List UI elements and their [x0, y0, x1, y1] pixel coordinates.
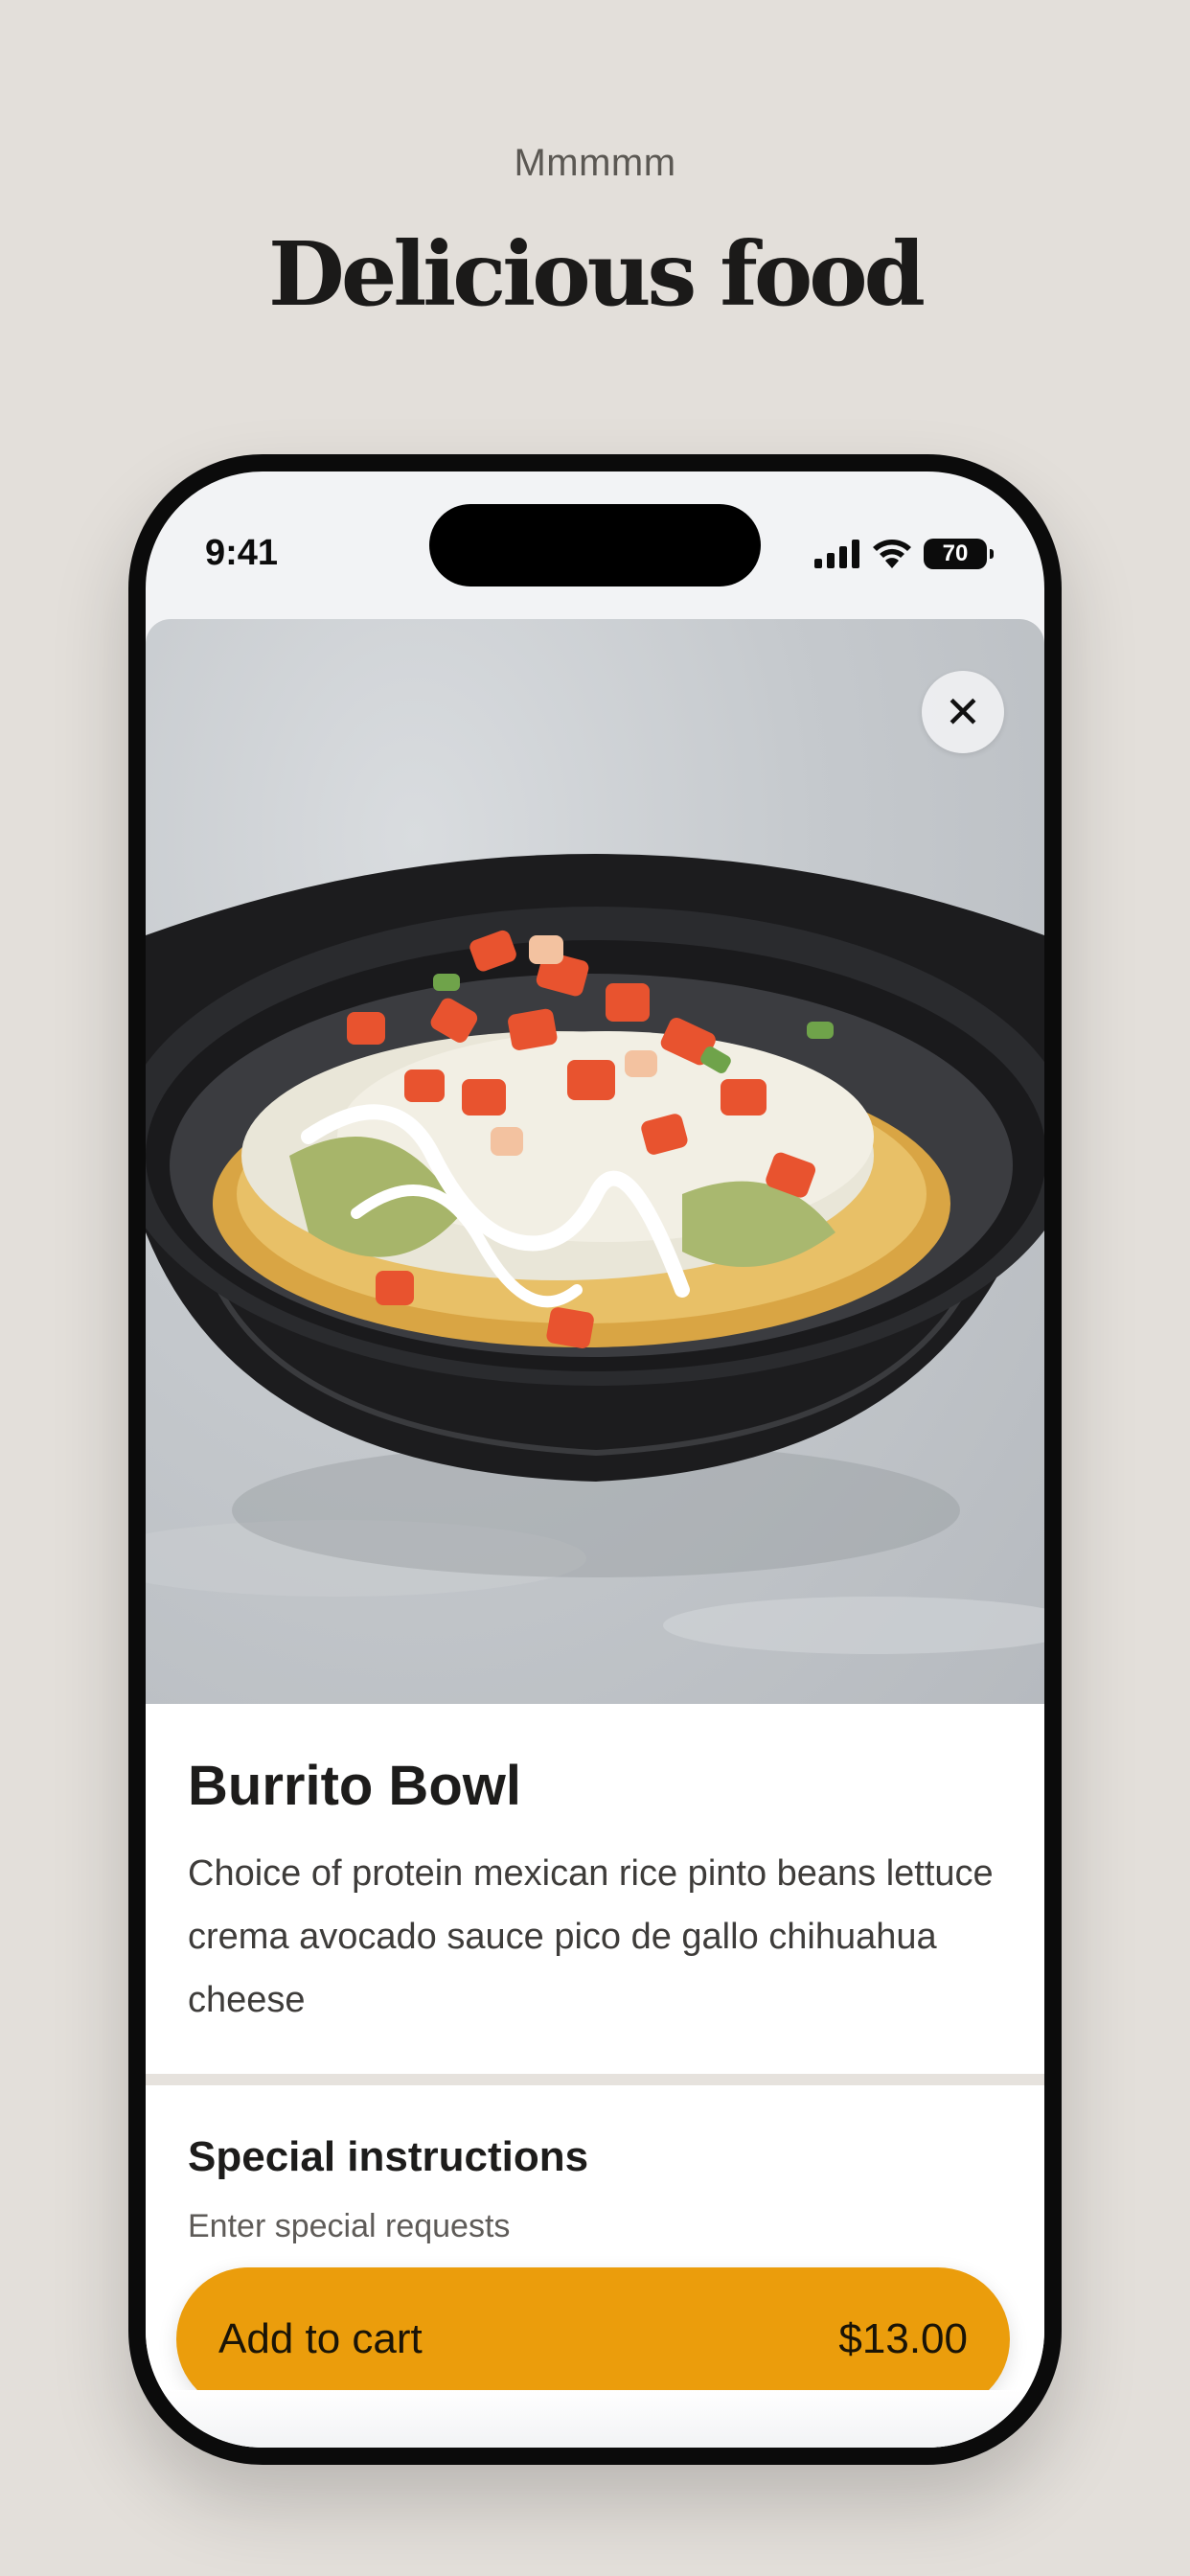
product-sheet: ✕ Burrito Bowl Choice of protein mexican…	[146, 619, 1044, 2448]
status-icons: 70	[814, 539, 994, 569]
section-divider	[146, 2074, 1044, 2085]
item-description: Choice of protein mexican rice pinto bea…	[188, 1853, 994, 2020]
item-title: Burrito Bowl	[188, 1755, 521, 1817]
home-indicator-area	[146, 2390, 1044, 2448]
close-icon: ✕	[944, 687, 982, 737]
tagline: Mmmmm	[514, 142, 676, 184]
food-photo: ✕	[146, 619, 1044, 1704]
special-instructions-title: Special instructions	[188, 2133, 589, 2180]
add-to-cart-label: Add to cart	[218, 2315, 423, 2362]
burrito-bowl-illustration	[146, 854, 1044, 1654]
close-button[interactable]: ✕	[922, 671, 1004, 753]
battery-icon: 70	[924, 539, 994, 569]
signal-icon	[814, 540, 859, 568]
phone-screen: 9:41 70 ✕ Burrito Bowl Choice of protein…	[146, 472, 1044, 2448]
status-time: 9:41	[205, 533, 279, 573]
wifi-icon	[873, 540, 911, 568]
phone-frame: 9:41 70 ✕ Burrito Bowl Choice of protein…	[128, 454, 1062, 2465]
special-instructions-input[interactable]	[188, 2208, 1002, 2245]
dynamic-island	[429, 504, 761, 586]
headline: Delicious food	[268, 222, 926, 326]
cart-price: $13.00	[838, 2315, 968, 2362]
